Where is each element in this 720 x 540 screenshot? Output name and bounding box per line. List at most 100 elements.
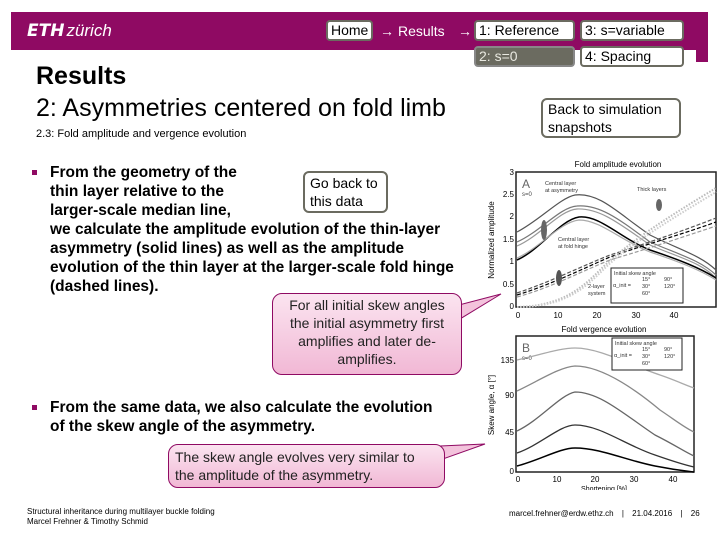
panel-b-yticks: 0 45 90 135 bbox=[501, 356, 515, 476]
panel-b-letter: B bbox=[522, 341, 530, 355]
x-tick: 20 bbox=[591, 475, 600, 484]
annotation: 2-layer bbox=[588, 284, 605, 290]
x-tick: 30 bbox=[630, 475, 639, 484]
back-to-snapshots-button[interactable]: Back to simulation snapshots bbox=[541, 98, 681, 138]
footer-right: marcel.frehner@erdw.ethz.ch | 21.04.2016… bbox=[509, 509, 700, 518]
footer-date: 21.04.2016 bbox=[632, 509, 673, 518]
figure: Fold amplitude evolution Normalized ampl… bbox=[487, 160, 717, 490]
breadcrumb-arrow-1: → bbox=[380, 23, 394, 39]
home-button[interactable]: Home bbox=[326, 20, 374, 41]
y-tick: 1 bbox=[510, 257, 515, 266]
panel-b-xticks: 0 10 20 30 40 bbox=[516, 475, 678, 484]
legend-item: 15° bbox=[642, 347, 650, 353]
panel-b-ylabel: Skew angle, α [°] bbox=[487, 375, 496, 435]
tab-2-s-0[interactable]: 2: s=0 bbox=[474, 46, 575, 67]
panel-a-xticks: 0 10 20 30 40 bbox=[516, 311, 679, 320]
x-tick: 10 bbox=[554, 311, 563, 320]
y-tick: 90 bbox=[505, 391, 514, 400]
annotation: system bbox=[588, 291, 606, 297]
bullet-1-line: evolution of the thin layer at the large… bbox=[50, 259, 454, 276]
panel-a-title: Fold amplitude evolution bbox=[575, 160, 662, 169]
callout-line: the initial asymmetry first bbox=[289, 315, 445, 331]
y-tick: 0 bbox=[510, 467, 515, 476]
header-corner bbox=[696, 50, 708, 62]
y-tick: 135 bbox=[501, 356, 515, 365]
bullet-1-line: thin layer relative to the bbox=[50, 183, 224, 200]
y-tick: 0.5 bbox=[503, 280, 515, 289]
x-tick: 10 bbox=[553, 475, 562, 484]
annotation: Central layer bbox=[545, 181, 576, 187]
panel-a-s-label: s=0 bbox=[522, 192, 533, 198]
footer-left: Structural inheritance during multilayer… bbox=[27, 507, 215, 527]
annotation: at fold hinge bbox=[558, 244, 588, 250]
logo-eth: ETH bbox=[27, 21, 65, 41]
legend-item: 120° bbox=[664, 354, 675, 360]
callout-line: the amplitude of the asymmetry. bbox=[175, 467, 374, 483]
breadcrumb-results[interactable]: Results bbox=[398, 23, 445, 39]
legend-item: 90° bbox=[664, 347, 672, 353]
legend-item: 90° bbox=[664, 277, 672, 283]
breadcrumb-arrow-2: → bbox=[458, 23, 472, 39]
go-back-line-2: this data bbox=[310, 193, 363, 209]
marker-ellipse bbox=[556, 270, 562, 286]
bullet-1-line: asymmetry (solid lines) as well as the a… bbox=[50, 240, 405, 257]
bullet-1-line: (dashed lines). bbox=[50, 278, 159, 295]
y-tick: 3 bbox=[510, 168, 515, 177]
footer-separator: | bbox=[621, 509, 624, 518]
callout-line: amplifies and later de- bbox=[298, 333, 436, 349]
y-tick: 2 bbox=[510, 212, 515, 221]
page-title: Results bbox=[36, 62, 127, 90]
annotation: at asymmetry bbox=[545, 188, 578, 194]
bullet-2-line: of the skew angle of the asymmetry. bbox=[50, 418, 316, 435]
marker-ellipse bbox=[541, 220, 547, 240]
legend-item: 120° bbox=[664, 284, 675, 290]
x-tick: 20 bbox=[593, 311, 602, 320]
footer-email[interactable]: marcel.frehner@erdw.ethz.ch bbox=[509, 509, 614, 518]
legend-item: 15° bbox=[642, 277, 650, 283]
footer-title: Structural inheritance during multilayer… bbox=[27, 507, 215, 516]
y-tick: 0 bbox=[510, 302, 515, 311]
annotation: Central layer bbox=[558, 237, 589, 243]
callout-line: The skew angle evolves very similar to bbox=[175, 449, 415, 465]
footer-authors: Marcel Frehner & Timothy Schmid bbox=[27, 517, 148, 526]
panel-a-letter: A bbox=[522, 177, 530, 191]
x-tick: 30 bbox=[632, 311, 641, 320]
legend-symbol: α_init = bbox=[614, 353, 632, 359]
callout-line: For all initial skew angles bbox=[289, 297, 445, 313]
bullet-1-line: we calculate the amplitude evolution of … bbox=[50, 221, 441, 238]
legend-item: 60° bbox=[642, 361, 650, 367]
tab-1-reference[interactable]: 1: Reference bbox=[474, 20, 575, 41]
callout-skew: The skew angle evolves very similar to t… bbox=[168, 444, 445, 488]
y-tick: 2.5 bbox=[503, 190, 515, 199]
panel-b-title: Fold vergence evolution bbox=[562, 325, 647, 334]
callout-line: amplifies. bbox=[337, 351, 397, 367]
bullet-1-line: larger-scale median line, bbox=[50, 202, 231, 219]
go-back-line-1: Go back to bbox=[310, 175, 378, 191]
legend-item: 30° bbox=[642, 354, 650, 360]
go-back-to-data-button[interactable]: Go back to this data bbox=[303, 171, 388, 213]
bullet-marker bbox=[32, 405, 37, 410]
tab-4-spacing[interactable]: 4: Spacing bbox=[580, 46, 684, 67]
page-subtitle: 2: Asymmetries centered on fold limb bbox=[36, 94, 446, 122]
legend-item: 30° bbox=[642, 284, 650, 290]
footer-separator: | bbox=[680, 509, 683, 518]
page-number: 26 bbox=[690, 509, 700, 518]
x-tick: 40 bbox=[670, 311, 679, 320]
bullet-marker bbox=[32, 170, 37, 175]
legend-item: 60° bbox=[642, 291, 650, 297]
y-tick: 45 bbox=[505, 428, 514, 437]
back-button-line-2: snapshots bbox=[548, 119, 612, 135]
logo-zurich: zürich bbox=[66, 21, 112, 40]
panel-a-yticks: 0 0.5 1 1.5 2 2.5 3 bbox=[503, 168, 515, 311]
panel-b-xlabel: Shortening [%] bbox=[581, 486, 627, 490]
eth-logo: ETH zürich bbox=[27, 21, 112, 41]
x-tick: 40 bbox=[669, 475, 678, 484]
back-button-line-1: Back to simulation bbox=[548, 101, 662, 117]
bullet-2-line: From the same data, we also calculate th… bbox=[50, 399, 433, 416]
callout-amplitude: For all initial skew angles the initial … bbox=[272, 293, 462, 375]
y-tick: 1.5 bbox=[503, 235, 515, 244]
x-tick: 0 bbox=[516, 311, 521, 320]
legend-symbol: α_init = bbox=[613, 283, 631, 289]
tab-3-s-variable[interactable]: 3: s=variable bbox=[580, 20, 684, 41]
legend-title: Initial skew angle bbox=[615, 341, 657, 347]
